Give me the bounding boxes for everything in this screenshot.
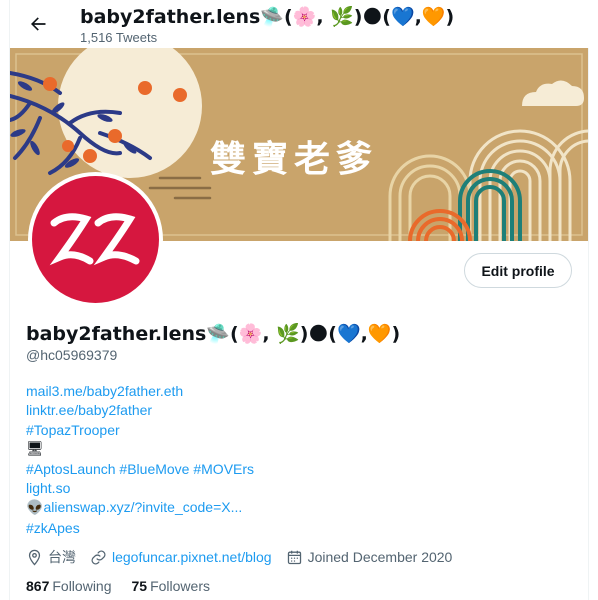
following-link[interactable]: 867 Following <box>26 578 112 594</box>
location-text: 台灣 <box>48 549 76 565</box>
bio-link-lightso[interactable]: light.so <box>26 479 254 498</box>
bio-hashtag-zkapes[interactable]: #zkApes <box>26 519 254 538</box>
edit-profile-button[interactable]: Edit profile <box>464 253 572 288</box>
website-link[interactable]: legofuncar.pixnet.net/blog <box>112 549 272 565</box>
bio-hashtag-bluemove[interactable]: #BlueMove <box>119 461 189 477</box>
banner-title: 雙寶老爹 <box>210 139 379 180</box>
profile-column: baby2father.lens🛸(🌸, 🌿)🌑(💙,🧡) 1,516 Twee… <box>9 0 590 600</box>
location-pin-icon <box>28 549 41 566</box>
followers-label: Followers <box>150 578 210 594</box>
website-item[interactable]: legofuncar.pixnet.net/blog <box>90 549 272 566</box>
profile-meta: 台灣 legofuncar.pixnet.net/blog Joined Dec… <box>26 547 466 567</box>
profile-bio: mail3.me/baby2father.eth linktr.ee/baby2… <box>26 382 254 538</box>
avatar-image <box>32 176 159 303</box>
joined-item: Joined December 2020 <box>286 549 453 566</box>
bio-hashtag-topaztrooper[interactable]: #TopazTrooper <box>26 421 254 440</box>
profile-handle: @hc05969379 <box>26 347 118 363</box>
followers-link[interactable]: 75 Followers <box>132 578 210 594</box>
bio-link-alienswap[interactable]: alienswap.xyz/?invite_code=X... <box>43 499 242 515</box>
following-label: Following <box>52 578 112 594</box>
arrow-left-icon <box>31 17 46 31</box>
link-icon <box>91 550 106 564</box>
calendar-icon <box>287 550 301 564</box>
avatar[interactable] <box>28 172 163 307</box>
header-display-name: baby2father.lens🛸(🌸, 🌿)🌑(💙,🧡) <box>80 6 455 28</box>
alien-emoji-icon: 👽 <box>26 500 44 517</box>
tweet-count: 1,516 Tweets <box>80 30 158 45</box>
computer-emoji-icon: 🖥 <box>26 441 44 458</box>
profile-header: baby2father.lens🛸(🌸, 🌿)🌑(💙,🧡) 1,516 Twee… <box>10 0 590 48</box>
location-item: 台灣 <box>26 547 76 567</box>
following-count: 867 <box>26 578 50 594</box>
bio-hashtag-aptoslaunch[interactable]: #AptosLaunch <box>26 461 116 477</box>
joined-text: Joined December 2020 <box>307 549 453 565</box>
follow-stats: 867 Following 75 Followers <box>26 578 230 594</box>
back-button[interactable] <box>22 8 54 40</box>
bio-link-mail3[interactable]: mail3.me/baby2father.eth <box>26 382 254 401</box>
profile-display-name: baby2father.lens🛸(🌸, 🌿)🌑(💙,🧡) <box>26 323 401 345</box>
bio-hashtag-movers[interactable]: #MOVErs <box>193 461 254 477</box>
bio-link-linktree[interactable]: linktr.ee/baby2father <box>26 401 254 420</box>
avatar-logo <box>49 212 139 265</box>
followers-count: 75 <box>131 578 148 594</box>
